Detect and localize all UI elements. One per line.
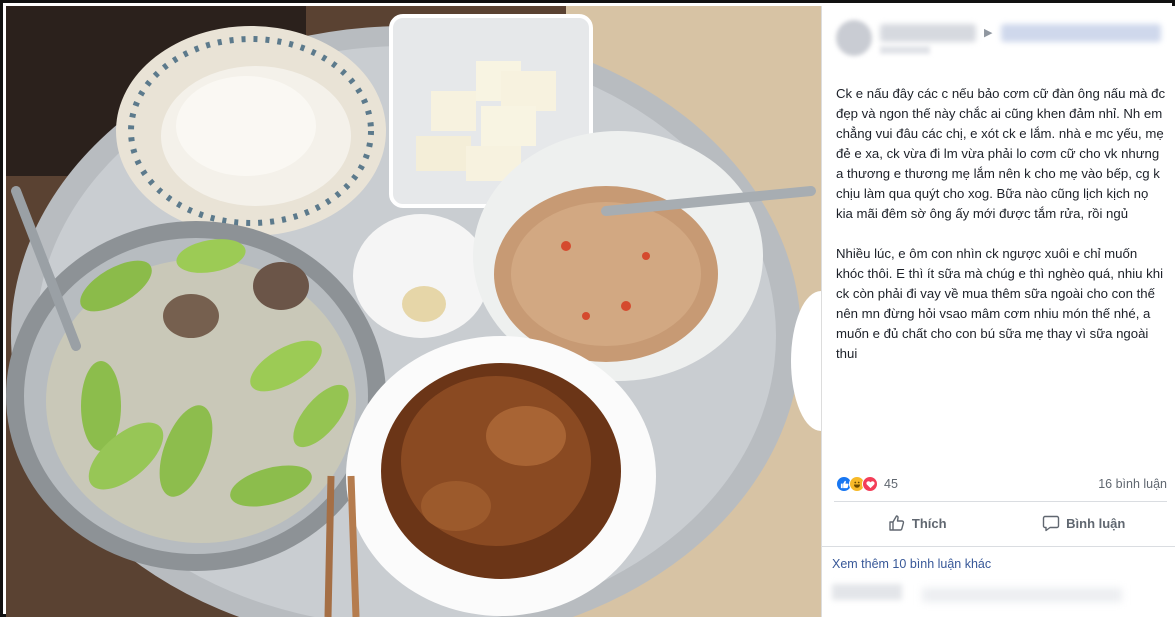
post-header: ▶ <box>836 18 1166 58</box>
thumbs-up-icon <box>889 515 905 531</box>
comment-button[interactable]: Bình luận <box>1001 506 1168 540</box>
love-icon <box>862 476 878 492</box>
author-name-blurred[interactable] <box>880 24 976 42</box>
comment-icon <box>1042 515 1060 532</box>
reactions-summary[interactable]: 45 <box>836 474 898 494</box>
post-paragraph-1: Ck e nấu đây các c nếu bảo cơm cữ đàn ôn… <box>836 86 1166 221</box>
divider <box>834 501 1167 502</box>
like-button[interactable]: Thích <box>834 506 1001 540</box>
post-meta-blurred <box>880 46 930 54</box>
meal-photo-illustration <box>6 6 821 617</box>
reaction-count: 45 <box>884 477 898 491</box>
post-body: Ck e nấu đây các c nếu bảo cơm cữ đàn ôn… <box>836 84 1168 384</box>
post-panel: ▶ Ck e nấu đây các c nếu bảo cơm cữ đàn … <box>821 6 1175 617</box>
view-more-comments-link[interactable]: Xem thêm 10 bình luận khác <box>832 557 991 571</box>
comment-button-label: Bình luận <box>1066 515 1126 531</box>
comment-preview-blurred <box>832 578 1162 608</box>
comments-count-link[interactable]: 16 bình luận <box>1098 477 1167 491</box>
post-photo[interactable] <box>6 6 821 617</box>
like-button-label: Thích <box>911 515 947 531</box>
avatar[interactable] <box>836 20 872 56</box>
screenshot-frame: ▶ Ck e nấu đây các c nếu bảo cơm cữ đàn … <box>0 0 1175 617</box>
action-bar: Thích Bình luận <box>834 506 1167 540</box>
group-name-blurred[interactable] <box>1001 24 1161 42</box>
divider <box>822 546 1175 547</box>
caret-right-icon: ▶ <box>984 27 993 39</box>
post-paragraph-2: Nhiều lúc, e ôm con nhìn ck ngược xuôi e… <box>836 246 1163 361</box>
